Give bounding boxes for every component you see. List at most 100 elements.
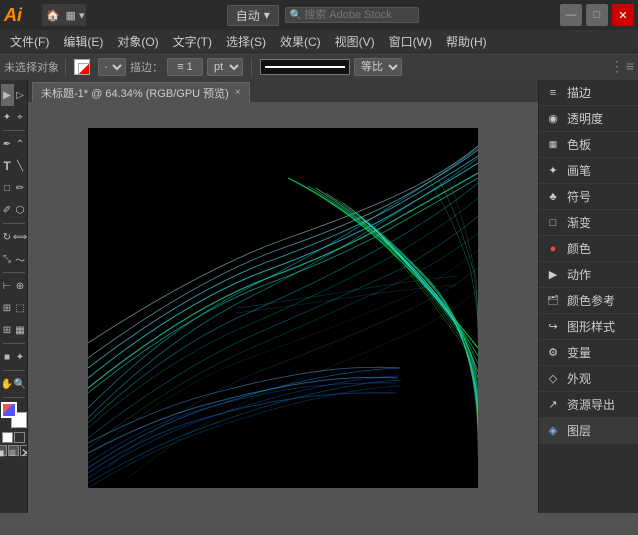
shaper-tool[interactable]: ⬡ xyxy=(14,199,27,221)
curvature-tool[interactable]: ⌃ xyxy=(14,133,27,155)
menu-effect[interactable]: 效果(C) xyxy=(274,30,327,52)
no-selection-label: 未选择对象 xyxy=(4,59,59,75)
blend-tool[interactable]: ⊕ xyxy=(14,275,27,297)
panel-item-color[interactable]: ● 颜色 xyxy=(539,236,638,262)
mesh-tool[interactable]: ⊞ xyxy=(1,319,14,341)
menu-object[interactable]: 对象(O) xyxy=(111,30,164,52)
select-tool[interactable]: ▶ xyxy=(1,84,14,106)
menu-window[interactable]: 窗口(W) xyxy=(383,30,438,52)
text-tool[interactable]: T xyxy=(1,155,14,177)
maximize-button[interactable]: □ xyxy=(586,4,608,26)
lasso-tool[interactable]: ⌖ xyxy=(14,106,27,128)
document-tab[interactable]: 未标题-1* @ 64.34% (RGB/GPU 预览) × xyxy=(32,82,250,102)
gradient-panel-label: 渐变 xyxy=(567,214,591,231)
layers-panel-icon: ◈ xyxy=(545,423,561,439)
pen-tool[interactable]: ✒ xyxy=(1,133,14,155)
canvas-viewport[interactable] xyxy=(28,102,538,513)
hand-tool[interactable]: ✋ xyxy=(1,373,14,395)
actions-panel-label: 动作 xyxy=(567,266,591,283)
search-input[interactable] xyxy=(304,9,414,21)
stroke-color-selector[interactable] xyxy=(72,57,94,77)
shape-tool[interactable]: □ xyxy=(1,177,14,199)
gradient-tool[interactable]: ■ xyxy=(1,346,14,368)
search-icon: 🔍 xyxy=(290,10,302,21)
panel-item-variables[interactable]: ⚙ 变量 xyxy=(539,340,638,366)
layers-panel-label: 图层 xyxy=(567,422,591,439)
options-bar: 未选择对象 — 描边： pt 等比 ⋮ ≡ xyxy=(0,52,638,80)
direct-select-tool[interactable]: ▷ xyxy=(14,84,27,106)
pencil-tool[interactable]: ✐ xyxy=(1,199,14,221)
asset-export-panel-label: 资源导出 xyxy=(567,396,615,413)
panel-item-asset-export[interactable]: ↗ 资源导出 xyxy=(539,392,638,418)
panel-item-gradient[interactable]: □ 渐变 xyxy=(539,210,638,236)
home-icon[interactable]: 🏠 xyxy=(42,4,64,26)
stroke-type-select[interactable]: — xyxy=(98,58,126,76)
reflect-tool[interactable]: ⟺ xyxy=(14,226,27,248)
panel-item-stroke[interactable]: ≡ 描边 xyxy=(539,80,638,106)
main-area: ▶ ▷ ✦ ⌖ ✒ ⌃ T ╲ □ ✏ ✐ ⬡ ↻ ⟺ xyxy=(0,80,638,513)
width-tool[interactable]: ⊢ xyxy=(1,275,14,297)
window-controls: — □ ✕ xyxy=(560,4,634,26)
fill-color-box[interactable] xyxy=(2,432,13,443)
panel-item-transparency[interactable]: ◉ 透明度 xyxy=(539,106,638,132)
left-toolbar: ▶ ▷ ✦ ⌖ ✒ ⌃ T ╲ □ ✏ ✐ ⬡ ↻ ⟺ xyxy=(0,80,28,513)
fill-stroke-selector[interactable] xyxy=(1,402,27,428)
line-tool[interactable]: ╲ xyxy=(14,155,27,177)
brushes-panel-label: 画笔 xyxy=(567,162,591,179)
color-btn[interactable]: ■ xyxy=(0,445,7,456)
transparency-panel-label: 透明度 xyxy=(567,110,603,127)
stroke-unit-select[interactable]: pt xyxy=(207,58,243,76)
app-logo: Ai xyxy=(4,5,34,26)
search-bar[interactable]: 🔍 xyxy=(285,7,419,23)
scale-tool[interactable]: ⤡ xyxy=(1,248,14,270)
actions-panel-icon: ▶ xyxy=(545,267,561,283)
color-ref-panel-icon: 🗂 xyxy=(545,293,561,309)
perspective-tool[interactable]: ⬚ xyxy=(14,297,27,319)
swatches-panel-label: 色板 xyxy=(567,136,591,153)
color-panel-icon: ● xyxy=(545,241,561,257)
menu-text[interactable]: 文字(T) xyxy=(167,30,218,52)
tool-row-selection: ▶ ▷ xyxy=(1,84,27,106)
none-btn[interactable]: ✕ xyxy=(20,445,28,456)
brushes-panel-icon: ✦ xyxy=(545,163,561,179)
menu-help[interactable]: 帮助(H) xyxy=(440,30,493,52)
menu-select[interactable]: 选择(S) xyxy=(220,30,272,52)
zoom-tool[interactable]: 🔍 xyxy=(14,373,27,395)
gradient-btn[interactable]: ≡ xyxy=(8,445,19,456)
workspace-selector[interactable]: 自动 ▾ xyxy=(227,5,279,26)
envelope-tool[interactable]: ⊞ xyxy=(1,297,14,319)
transparency-panel-icon: ◉ xyxy=(545,111,561,127)
panel-item-swatches[interactable]: ▦ 色板 xyxy=(539,132,638,158)
panel-item-brushes[interactable]: ✦ 画笔 xyxy=(539,158,638,184)
tab-close-button[interactable]: × xyxy=(235,87,241,98)
rotate-tool[interactable]: ↻ xyxy=(1,226,14,248)
no-fill-box[interactable] xyxy=(14,432,25,443)
warp-tool[interactable]: 〜 xyxy=(14,248,27,270)
stroke-width-input[interactable] xyxy=(167,58,203,76)
panel-item-color-ref[interactable]: 🗂 颜色参考 xyxy=(539,288,638,314)
panel-toggle-icon[interactable]: ⋮ xyxy=(610,58,624,75)
bar-chart-tool[interactable]: ▦ xyxy=(14,319,27,341)
panel-items-list: ≡ 描边 ◉ 透明度 ▦ 色板 ✦ 画笔 ♣ 符号 xyxy=(539,80,638,513)
menu-view[interactable]: 视图(V) xyxy=(329,30,381,52)
panel-item-actions[interactable]: ▶ 动作 xyxy=(539,262,638,288)
menu-edit[interactable]: 编辑(E) xyxy=(57,30,109,52)
panel-item-appearance[interactable]: ◇ 外观 xyxy=(539,366,638,392)
eyedropper-tool[interactable]: ✦ xyxy=(14,346,27,368)
layout-icon[interactable]: ▦ ▾ xyxy=(64,4,86,26)
paintbrush-tool[interactable]: ✏ xyxy=(14,177,27,199)
graphic-styles-panel-label: 图形样式 xyxy=(567,318,615,335)
menu-file[interactable]: 文件(F) xyxy=(4,30,55,52)
magic-wand-tool[interactable]: ✦ xyxy=(1,106,14,128)
close-button[interactable]: ✕ xyxy=(612,4,634,26)
panel-item-symbols[interactable]: ♣ 符号 xyxy=(539,184,638,210)
stroke-align-select[interactable]: 等比 xyxy=(354,58,402,76)
panel-item-graphic-styles[interactable]: ↪ 图形样式 xyxy=(539,314,638,340)
options-menu-icon[interactable]: ≡ xyxy=(626,58,634,75)
tab-title: 未标题-1* @ 64.34% (RGB/GPU 预览) xyxy=(41,85,229,101)
minimize-button[interactable]: — xyxy=(560,4,582,26)
stroke-panel-label: 描边 xyxy=(567,84,591,101)
asset-export-panel-icon: ↗ xyxy=(545,397,561,413)
panel-item-layers[interactable]: ◈ 图层 xyxy=(539,418,638,444)
gradient-panel-icon: □ xyxy=(545,215,561,231)
